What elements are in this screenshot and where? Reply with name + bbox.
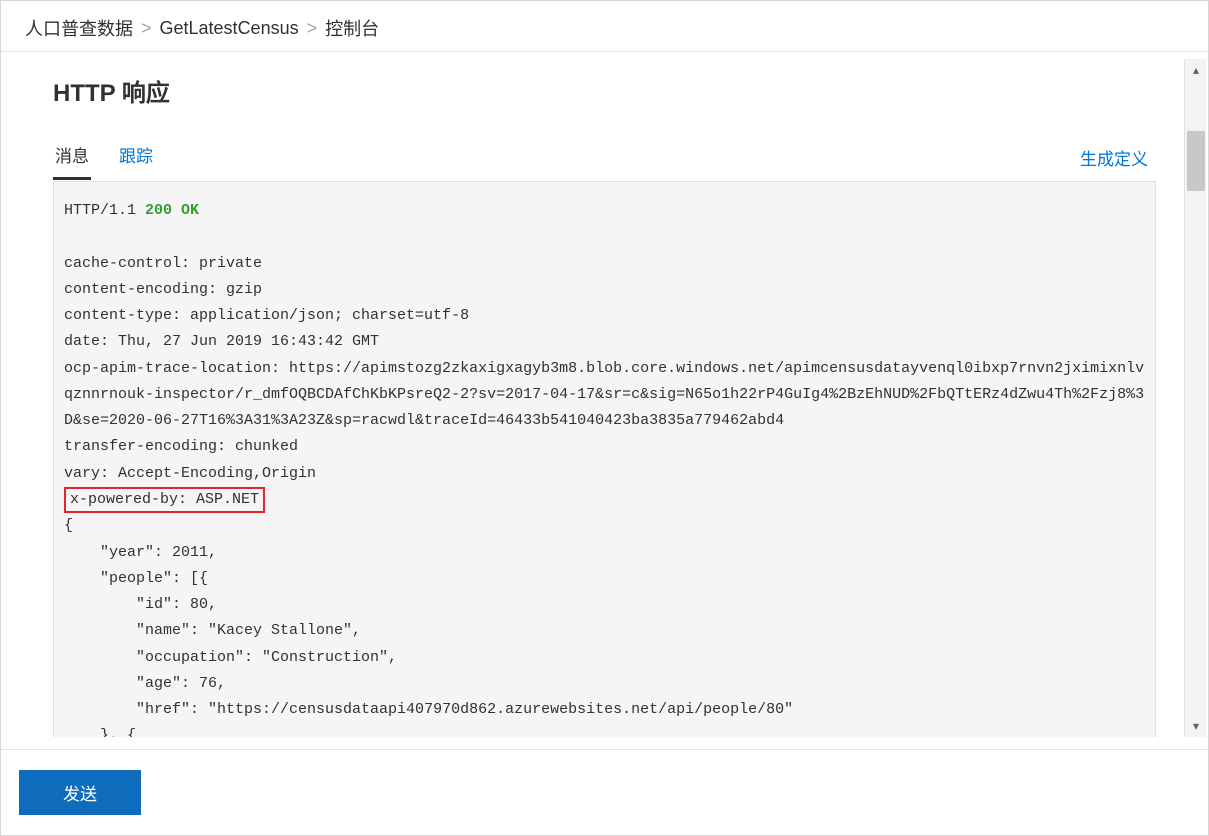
generate-definition-link[interactable]: 生成定义 bbox=[1078, 139, 1156, 180]
breadcrumb-item-3: 控制台 bbox=[325, 15, 379, 41]
breadcrumb-item-2[interactable]: GetLatestCensus bbox=[160, 18, 299, 39]
body-line-0: { bbox=[64, 517, 73, 534]
breadcrumb-item-1[interactable]: 人口普查数据 bbox=[25, 15, 133, 41]
body-line-2: "people": [{ bbox=[64, 570, 208, 587]
scrollbar-down-arrow-icon[interactable]: ▾ bbox=[1185, 715, 1207, 737]
tab-message[interactable]: 消息 bbox=[53, 136, 91, 180]
body-line-5: "occupation": "Construction", bbox=[64, 649, 397, 666]
header-transfer-encoding: transfer-encoding: chunked bbox=[64, 438, 298, 455]
header-ocp-apim-trace-location: ocp-apim-trace-location: https://apimsto… bbox=[64, 360, 1144, 430]
scrollbar[interactable]: ▴ ▾ bbox=[1184, 59, 1206, 737]
section-title: HTTP 响应 bbox=[53, 73, 1156, 108]
footer: 发送 bbox=[1, 749, 1208, 835]
header-x-powered-by-highlighted: x-powered-by: ASP.NET bbox=[64, 487, 265, 514]
body-line-3: "id": 80, bbox=[64, 596, 217, 613]
breadcrumb-sep-1: > bbox=[141, 18, 152, 39]
scrollbar-thumb[interactable] bbox=[1187, 131, 1205, 191]
body-line-6: "age": 76, bbox=[64, 675, 226, 692]
body-line-1: "year": 2011, bbox=[64, 544, 217, 561]
tab-trace[interactable]: 跟踪 bbox=[117, 136, 155, 180]
content-scroll[interactable]: HTTP 响应 消息 跟踪 生成定义 HTTP/1.1 200 OK cache… bbox=[1, 59, 1180, 737]
breadcrumb-sep-2: > bbox=[307, 18, 318, 39]
protocol-text: HTTP/1.1 bbox=[64, 202, 136, 219]
tab-row: 消息 跟踪 生成定义 bbox=[53, 136, 1156, 181]
header-content-type: content-type: application/json; charset=… bbox=[64, 307, 469, 324]
http-response-panel: HTTP/1.1 200 OK cache-control: private c… bbox=[53, 181, 1156, 737]
body-line-4: "name": "Kacey Stallone", bbox=[64, 622, 361, 639]
send-button[interactable]: 发送 bbox=[19, 770, 141, 815]
body-line-8: }, { bbox=[64, 727, 136, 737]
scrollbar-up-arrow-icon[interactable]: ▴ bbox=[1185, 59, 1207, 81]
status-code: 200 OK bbox=[145, 202, 199, 219]
header-date: date: Thu, 27 Jun 2019 16:43:42 GMT bbox=[64, 333, 379, 350]
header-content-encoding: content-encoding: gzip bbox=[64, 281, 262, 298]
header-cache-control: cache-control: private bbox=[64, 255, 262, 272]
body-line-7: "href": "https://censusdataapi407970d862… bbox=[64, 701, 793, 718]
breadcrumb: 人口普查数据 > GetLatestCensus > 控制台 bbox=[1, 1, 1208, 52]
header-vary: vary: Accept-Encoding,Origin bbox=[64, 465, 316, 482]
